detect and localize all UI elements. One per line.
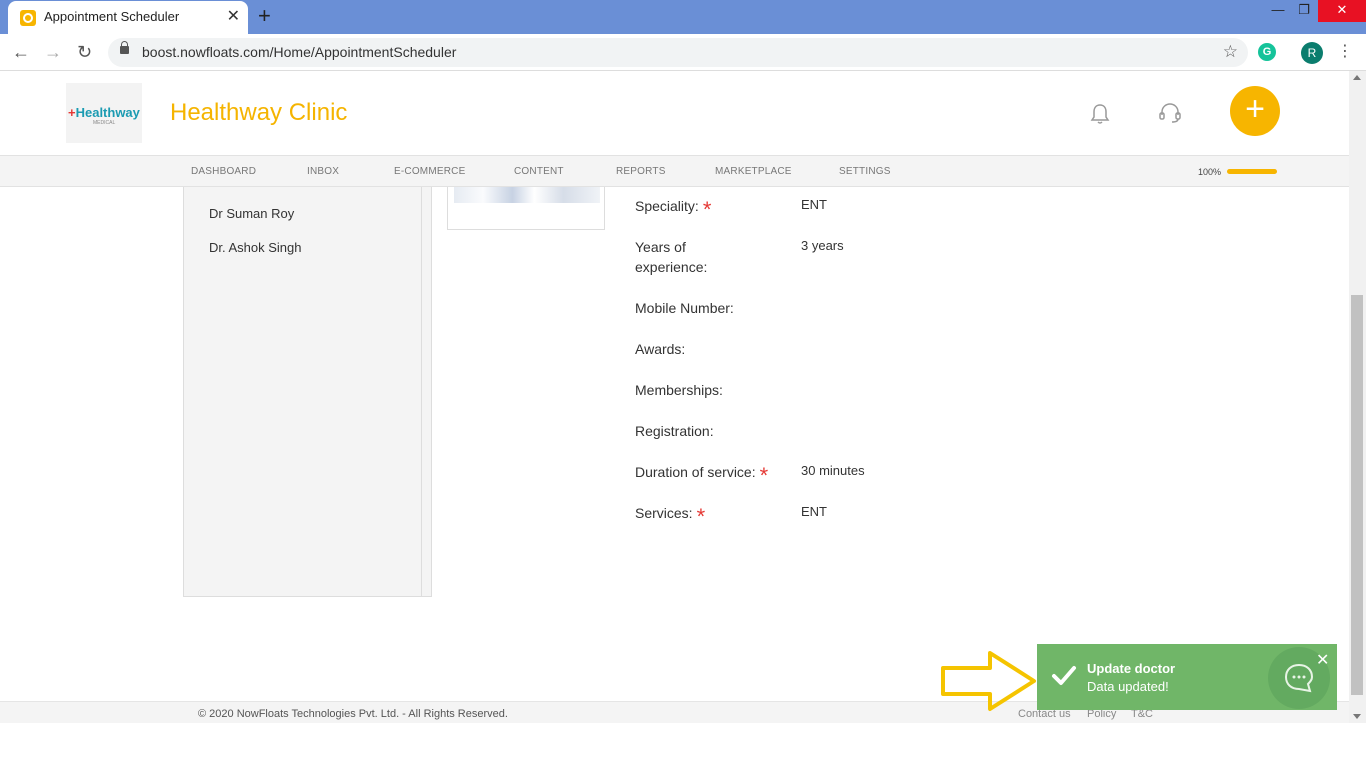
nav-marketplace[interactable]: MARKETPLACE — [715, 166, 792, 177]
annotation-arrow-icon — [941, 651, 1036, 711]
logo-wordmark: +Healthway — [68, 105, 140, 120]
nav-content[interactable]: CONTENT — [514, 166, 564, 177]
memberships-label: Memberships: — [635, 382, 723, 398]
nav-settings[interactable]: SETTINGS — [839, 166, 891, 177]
address-bar[interactable]: boost.nowfloats.com/Home/AppointmentSche… — [108, 38, 1248, 67]
checkmark-icon — [1052, 666, 1076, 685]
profile-completion-fill — [1227, 169, 1277, 174]
nav-reports[interactable]: REPORTS — [616, 166, 666, 177]
clinic-logo[interactable]: +Healthway MEDICAL — [66, 83, 142, 143]
scroll-up-icon[interactable] — [1353, 75, 1361, 80]
services-value: ENT — [801, 504, 827, 519]
scroll-down-icon[interactable] — [1353, 714, 1361, 719]
new-tab-button[interactable]: + — [258, 5, 271, 27]
scrollbar-thumb[interactable] — [1351, 295, 1363, 695]
favicon-icon — [20, 10, 36, 26]
doctor-photo-card — [447, 187, 605, 230]
speciality-label: Speciality: * — [635, 197, 712, 222]
toast-message: Data updated! — [1087, 679, 1169, 694]
browser-toolbar: ← → ↻ boost.nowfloats.com/Home/Appointme… — [0, 34, 1366, 71]
awards-label: Awards: — [635, 341, 686, 357]
duration-value: 30 minutes — [801, 463, 865, 478]
back-icon[interactable]: ← — [12, 41, 30, 63]
toast-title: Update doctor — [1087, 661, 1176, 676]
support-headset-icon[interactable] — [1158, 101, 1182, 125]
registration-label: Registration: — [635, 423, 714, 439]
doctor-list-item[interactable]: Dr Suman Roy — [209, 206, 294, 221]
tab-close-icon[interactable]: ✕ — [227, 7, 240, 27]
tab-title: Appointment Scheduler — [44, 9, 180, 24]
copyright-text: © 2020 NowFloats Technologies Pvt. Ltd. … — [198, 708, 508, 720]
experience-label: Years of experience: — [635, 239, 708, 275]
reload-icon[interactable]: ↻ — [77, 41, 92, 63]
browser-titlebar: Appointment Scheduler ✕ + — ❐ ✕ — [0, 0, 1366, 34]
nav-ecommerce[interactable]: E-COMMERCE — [394, 166, 465, 177]
required-asterisk: * — [759, 463, 769, 488]
nav-dashboard[interactable]: DASHBOARD — [191, 166, 256, 177]
grammarly-extension-icon[interactable]: G — [1258, 43, 1276, 61]
toast-close-icon[interactable]: ✕ — [1316, 653, 1329, 669]
experience-value: 3 years — [801, 238, 844, 253]
duration-label: Duration of service: * — [635, 463, 769, 488]
required-asterisk: * — [696, 504, 706, 529]
services-label: Services: * — [635, 504, 706, 529]
doctor-photo — [454, 187, 600, 203]
browser-menu-icon[interactable]: ⋮ — [1337, 41, 1353, 63]
forward-icon[interactable]: → — [44, 41, 62, 63]
lock-icon — [120, 41, 129, 54]
speciality-value: ENT — [801, 197, 827, 212]
profile-avatar[interactable]: R — [1301, 42, 1323, 64]
window-close-button[interactable]: ✕ — [1318, 0, 1366, 22]
add-fab-button[interactable]: + — [1230, 86, 1280, 136]
nav-inbox[interactable]: INBOX — [307, 166, 339, 177]
profile-completion-label: 100% — [1198, 167, 1222, 177]
doctor-list-item[interactable]: Dr. Ashok Singh — [209, 240, 302, 255]
chat-bubble-icon — [1284, 663, 1314, 693]
required-asterisk: * — [702, 197, 712, 222]
clinic-name: Healthway Clinic — [170, 99, 348, 126]
doctor-list-panel: Dr Suman Roy Dr. Ashok Singh — [183, 187, 432, 597]
main-nav: DASHBOARD INBOX E-COMMERCE CONTENT REPOR… — [0, 155, 1349, 187]
mobile-number-label: Mobile Number: — [635, 300, 734, 316]
page-scrollbar[interactable] — [1349, 71, 1366, 723]
app-header: +Healthway MEDICAL Healthway Clinic + — [0, 71, 1349, 155]
notification-bell-icon[interactable] — [1090, 103, 1110, 125]
bookmark-star-icon[interactable]: ☆ — [1223, 42, 1238, 62]
browser-tab[interactable]: Appointment Scheduler ✕ — [8, 1, 248, 34]
url-text[interactable]: boost.nowfloats.com/Home/AppointmentSche… — [142, 44, 456, 60]
doctor-list: Dr Suman Roy Dr. Ashok Singh — [184, 187, 422, 596]
logo-subtext: MEDICAL — [93, 120, 116, 126]
profile-completion-bar — [1227, 169, 1277, 174]
